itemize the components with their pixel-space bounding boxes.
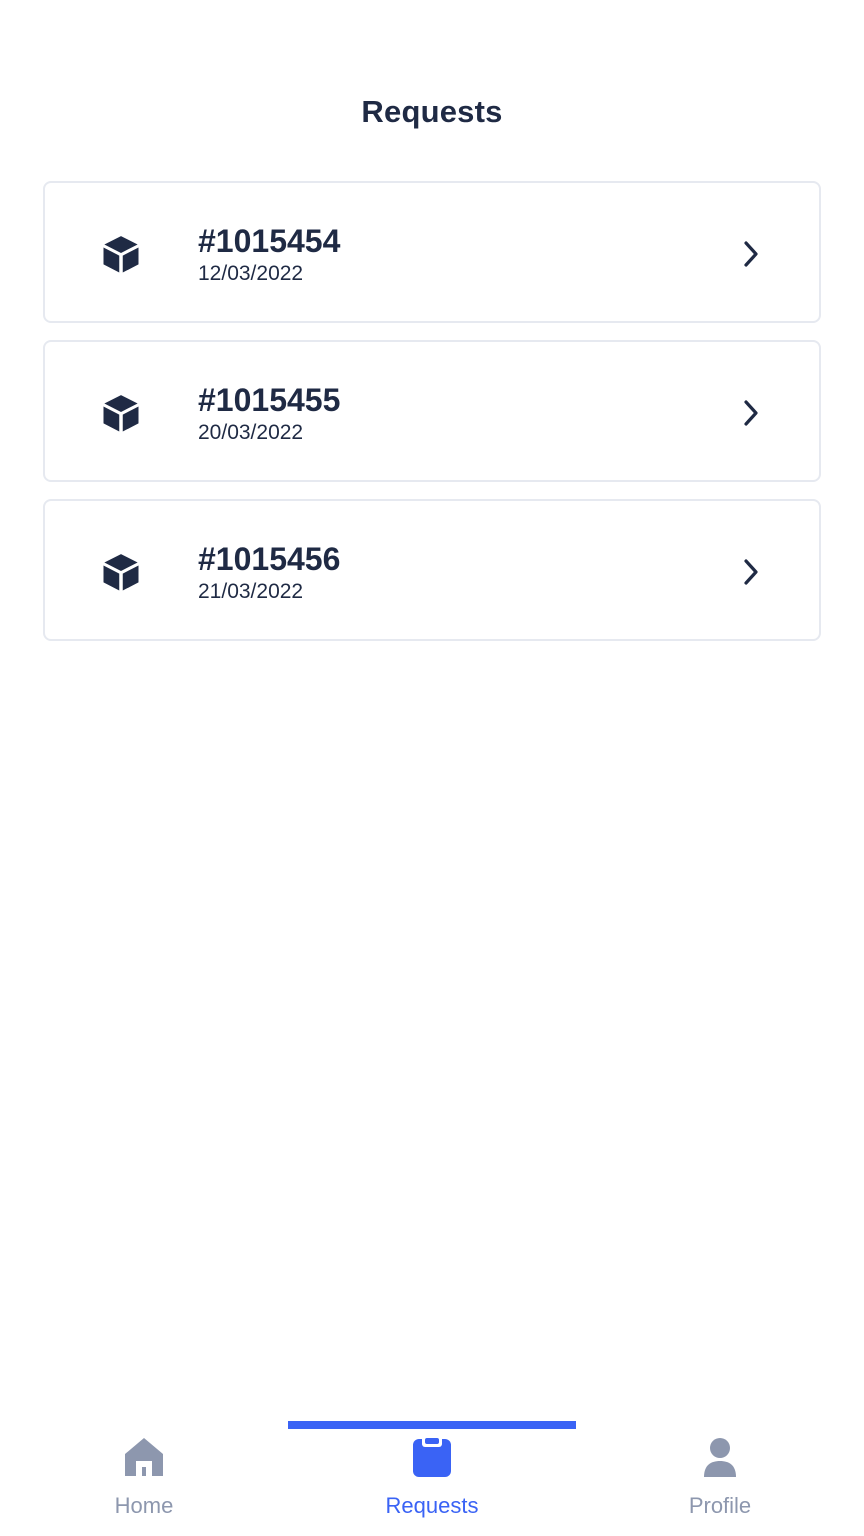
nav-item-home[interactable]: Home (0, 1435, 288, 1535)
nav-item-profile[interactable]: Profile (576, 1435, 864, 1535)
nav-label-requests: Requests (385, 1493, 479, 1518)
request-card[interactable]: #1015455 20/03/2022 (43, 340, 821, 482)
bottom-navigation: Home Requests Profile (0, 1421, 864, 1536)
home-icon (125, 1438, 163, 1476)
nav-label-profile: Profile (688, 1493, 752, 1518)
request-card[interactable]: #1015456 21/03/2022 (43, 499, 821, 641)
request-id: #1015454 (198, 223, 341, 259)
user-icon (704, 1438, 736, 1477)
nav-item-requests[interactable]: Requests (288, 1435, 576, 1535)
request-date: 12/03/2022 (198, 262, 304, 285)
box-icon (103, 236, 139, 273)
request-date: 21/03/2022 (198, 580, 304, 603)
active-tab-indicator (288, 1421, 576, 1429)
request-id: #1015455 (198, 382, 341, 418)
requests-screen: Requests #1015454 12/03/2022 #1015455 20… (0, 0, 864, 1536)
box-icon (103, 554, 139, 591)
clipboard-icon (413, 1436, 451, 1477)
page-title: Requests (361, 94, 503, 129)
chevron-right-icon (744, 559, 758, 585)
request-card[interactable]: #1015454 12/03/2022 (43, 181, 821, 323)
chevron-right-icon (744, 241, 758, 267)
request-date: 20/03/2022 (198, 421, 304, 444)
box-icon (103, 395, 139, 432)
request-list: #1015454 12/03/2022 #1015455 20/03/2022 (43, 181, 821, 658)
nav-label-home: Home (114, 1493, 174, 1518)
request-id: #1015456 (198, 541, 341, 577)
chevron-right-icon (744, 400, 758, 426)
